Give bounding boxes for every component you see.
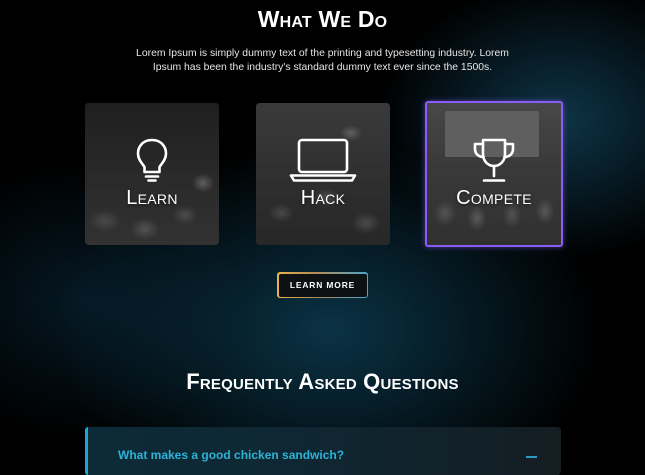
card-learn[interactable]: Learn [85,103,219,245]
laptop-icon [256,137,390,183]
minus-icon[interactable] [526,456,537,458]
card-learn-label: Learn [126,187,178,209]
trophy-icon [427,137,561,185]
card-hack-label: Hack [300,187,346,209]
faq-question: What makes a good chicken sandwich? [118,448,345,462]
lightbulb-icon [85,137,219,183]
section-title-what-we-do: What We Do [257,6,388,32]
intro-text: Lorem Ipsum is simply dummy text of the … [136,48,509,73]
card-hack[interactable]: Hack [256,103,390,245]
card-compete[interactable]: Compete [425,101,563,247]
card-compete-label: Compete [456,187,532,209]
learn-more-button[interactable]: LEARN MORE [277,272,368,298]
learn-more-label: LEARN MORE [278,273,367,297]
faq-item[interactable]: What makes a good chicken sandwich? [85,427,561,475]
faq-accent-bar [85,427,88,475]
section-title-faq: Frequently Asked Questions [186,369,459,394]
